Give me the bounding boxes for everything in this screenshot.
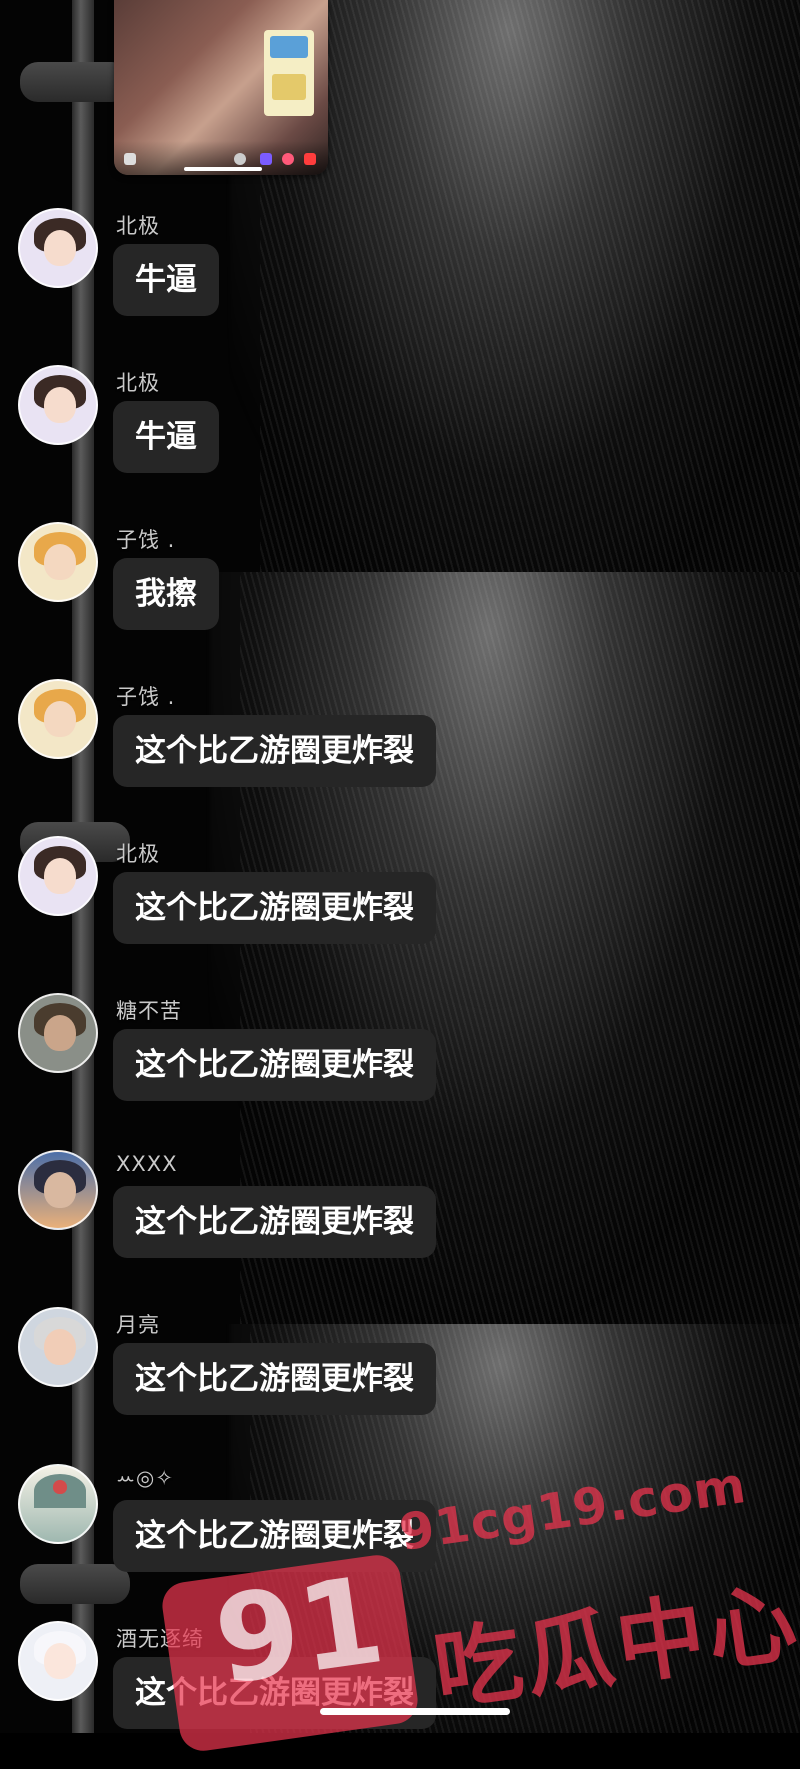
message-bubble: 牛逼 [113, 401, 219, 473]
chat-message: XXXX 这个比乙游圈更炸裂 [0, 1148, 800, 1298]
grid-icon[interactable] [124, 153, 136, 165]
nickname: 北极 [116, 214, 160, 238]
avatar-tiger-hood-icon[interactable] [18, 679, 98, 759]
avatar-face [44, 858, 76, 894]
message-bubble: 这个比乙游圈更炸裂 [113, 1657, 436, 1729]
chat-message: 月亮 这个比乙游圈更炸裂 [0, 1305, 800, 1455]
nickname: 子饯 . [116, 685, 176, 709]
chat-message: 北极 牛逼 [0, 206, 800, 356]
avatar-man-photo-icon[interactable] [18, 993, 98, 1073]
avatar-face [44, 544, 76, 580]
avatar-white-hair-icon[interactable] [18, 1621, 98, 1701]
nickname: 北极 [116, 371, 160, 395]
message-bubble: 这个比乙游圈更炸裂 [113, 1500, 436, 1572]
pip-promo-card [264, 30, 314, 116]
avatar-sun [53, 1480, 67, 1494]
emoji-icon[interactable] [234, 153, 246, 165]
chat-message: 子饯 . 这个比乙游圈更炸裂 [0, 677, 800, 827]
chat-message: 糖不苦 这个比乙游圈更炸裂 [0, 991, 800, 1141]
nickname: ꕀ◎✧ [116, 1466, 174, 1490]
message-bubble: 这个比乙游圈更炸裂 [113, 1029, 436, 1101]
message-bubble: 我擦 [113, 558, 219, 630]
nickname: 糖不苦 [116, 999, 182, 1023]
chat-message: 北极 这个比乙游圈更炸裂 [0, 834, 800, 984]
avatar-girl-glasses-icon[interactable] [18, 365, 98, 445]
nickname: XXXX [116, 1152, 178, 1176]
avatar-face [44, 387, 76, 423]
chat-message: 北极 牛逼 [0, 363, 800, 513]
avatar-tiger-hood-icon[interactable] [18, 522, 98, 602]
avatar-face [44, 1643, 76, 1679]
game-icon[interactable] [260, 153, 272, 165]
home-indicator[interactable] [320, 1708, 510, 1715]
avatar-anime-sky-icon[interactable] [18, 1150, 98, 1230]
avatar-face [44, 230, 76, 266]
avatar-landscape-icon[interactable] [18, 1464, 98, 1544]
gift-icon[interactable] [282, 153, 294, 165]
avatar-girl-glasses-icon[interactable] [18, 208, 98, 288]
message-bubble: 这个比乙游圈更炸裂 [113, 1186, 436, 1258]
pip-video-thumbnail[interactable] [114, 0, 328, 175]
avatar-face [44, 1172, 76, 1208]
avatar-girl-glasses-icon[interactable] [18, 836, 98, 916]
nickname: 北极 [116, 842, 160, 866]
pip-home-indicator [184, 167, 262, 171]
avatar-face [44, 701, 76, 737]
chat-message: ꕀ◎✧ 这个比乙游圈更炸裂 [0, 1462, 800, 1612]
message-bubble: 牛逼 [113, 244, 219, 316]
nickname: 酒无逐绮 [116, 1627, 204, 1651]
chat-message: 酒无逐绮 这个比乙游圈更炸裂 [0, 1619, 800, 1769]
message-bubble: 这个比乙游圈更炸裂 [113, 715, 436, 787]
avatar-glasses-boy-icon[interactable] [18, 1307, 98, 1387]
chat-message: 子饯 . 我擦 [0, 520, 800, 670]
message-bubble: 这个比乙游圈更炸裂 [113, 872, 436, 944]
avatar-face [44, 1015, 76, 1051]
message-bubble: 这个比乙游圈更炸裂 [113, 1343, 436, 1415]
nickname: 子饯 . [116, 528, 176, 552]
share-icon[interactable] [304, 153, 316, 165]
avatar-face [44, 1329, 76, 1365]
nickname: 月亮 [116, 1313, 160, 1337]
